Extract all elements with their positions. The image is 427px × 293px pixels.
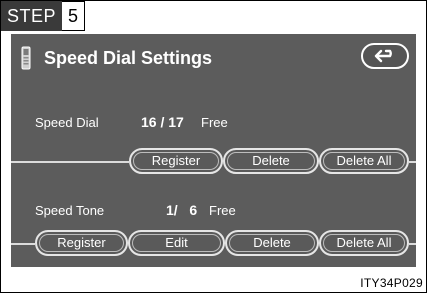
phone-icon bbox=[21, 46, 31, 70]
speed-tone-divider bbox=[11, 243, 35, 245]
speed-dial-delete-all-button[interactable]: Delete All bbox=[319, 148, 409, 174]
speed-tone-divider-end bbox=[409, 243, 416, 245]
speed-tone-delete-button[interactable]: Delete bbox=[225, 230, 319, 256]
speed-dial-free-label: Free bbox=[201, 115, 228, 130]
speed-tone-label: Speed Tone bbox=[35, 203, 105, 218]
step-label: STEP bbox=[1, 1, 63, 31]
step-indicator: STEP 5 bbox=[1, 1, 86, 31]
speed-dial-delete-button[interactable]: Delete bbox=[223, 148, 319, 174]
back-button[interactable] bbox=[361, 43, 409, 69]
navigation-screen: Speed Dial Settings Speed Dial 16 / 17 F… bbox=[11, 34, 416, 267]
speed-tone-free-label: Free bbox=[209, 203, 236, 218]
figure-caption: ITY34P029 bbox=[360, 276, 423, 290]
speed-tone-register-button[interactable]: Register bbox=[35, 230, 128, 256]
speed-dial-count: 16 / 17 bbox=[141, 114, 184, 130]
speed-dial-divider-end bbox=[409, 161, 416, 163]
speed-tone-count: 1/ 6 bbox=[166, 202, 198, 218]
speed-tone-delete-all-button[interactable]: Delete All bbox=[319, 230, 409, 256]
back-arrow-icon bbox=[374, 49, 392, 63]
speed-dial-label: Speed Dial bbox=[35, 115, 99, 130]
speed-tone-edit-button[interactable]: Edit bbox=[128, 230, 225, 256]
step-number: 5 bbox=[62, 1, 86, 31]
speed-dial-divider bbox=[11, 161, 129, 163]
speed-dial-register-button[interactable]: Register bbox=[129, 148, 223, 174]
screen-title: Speed Dial Settings bbox=[44, 48, 213, 68]
